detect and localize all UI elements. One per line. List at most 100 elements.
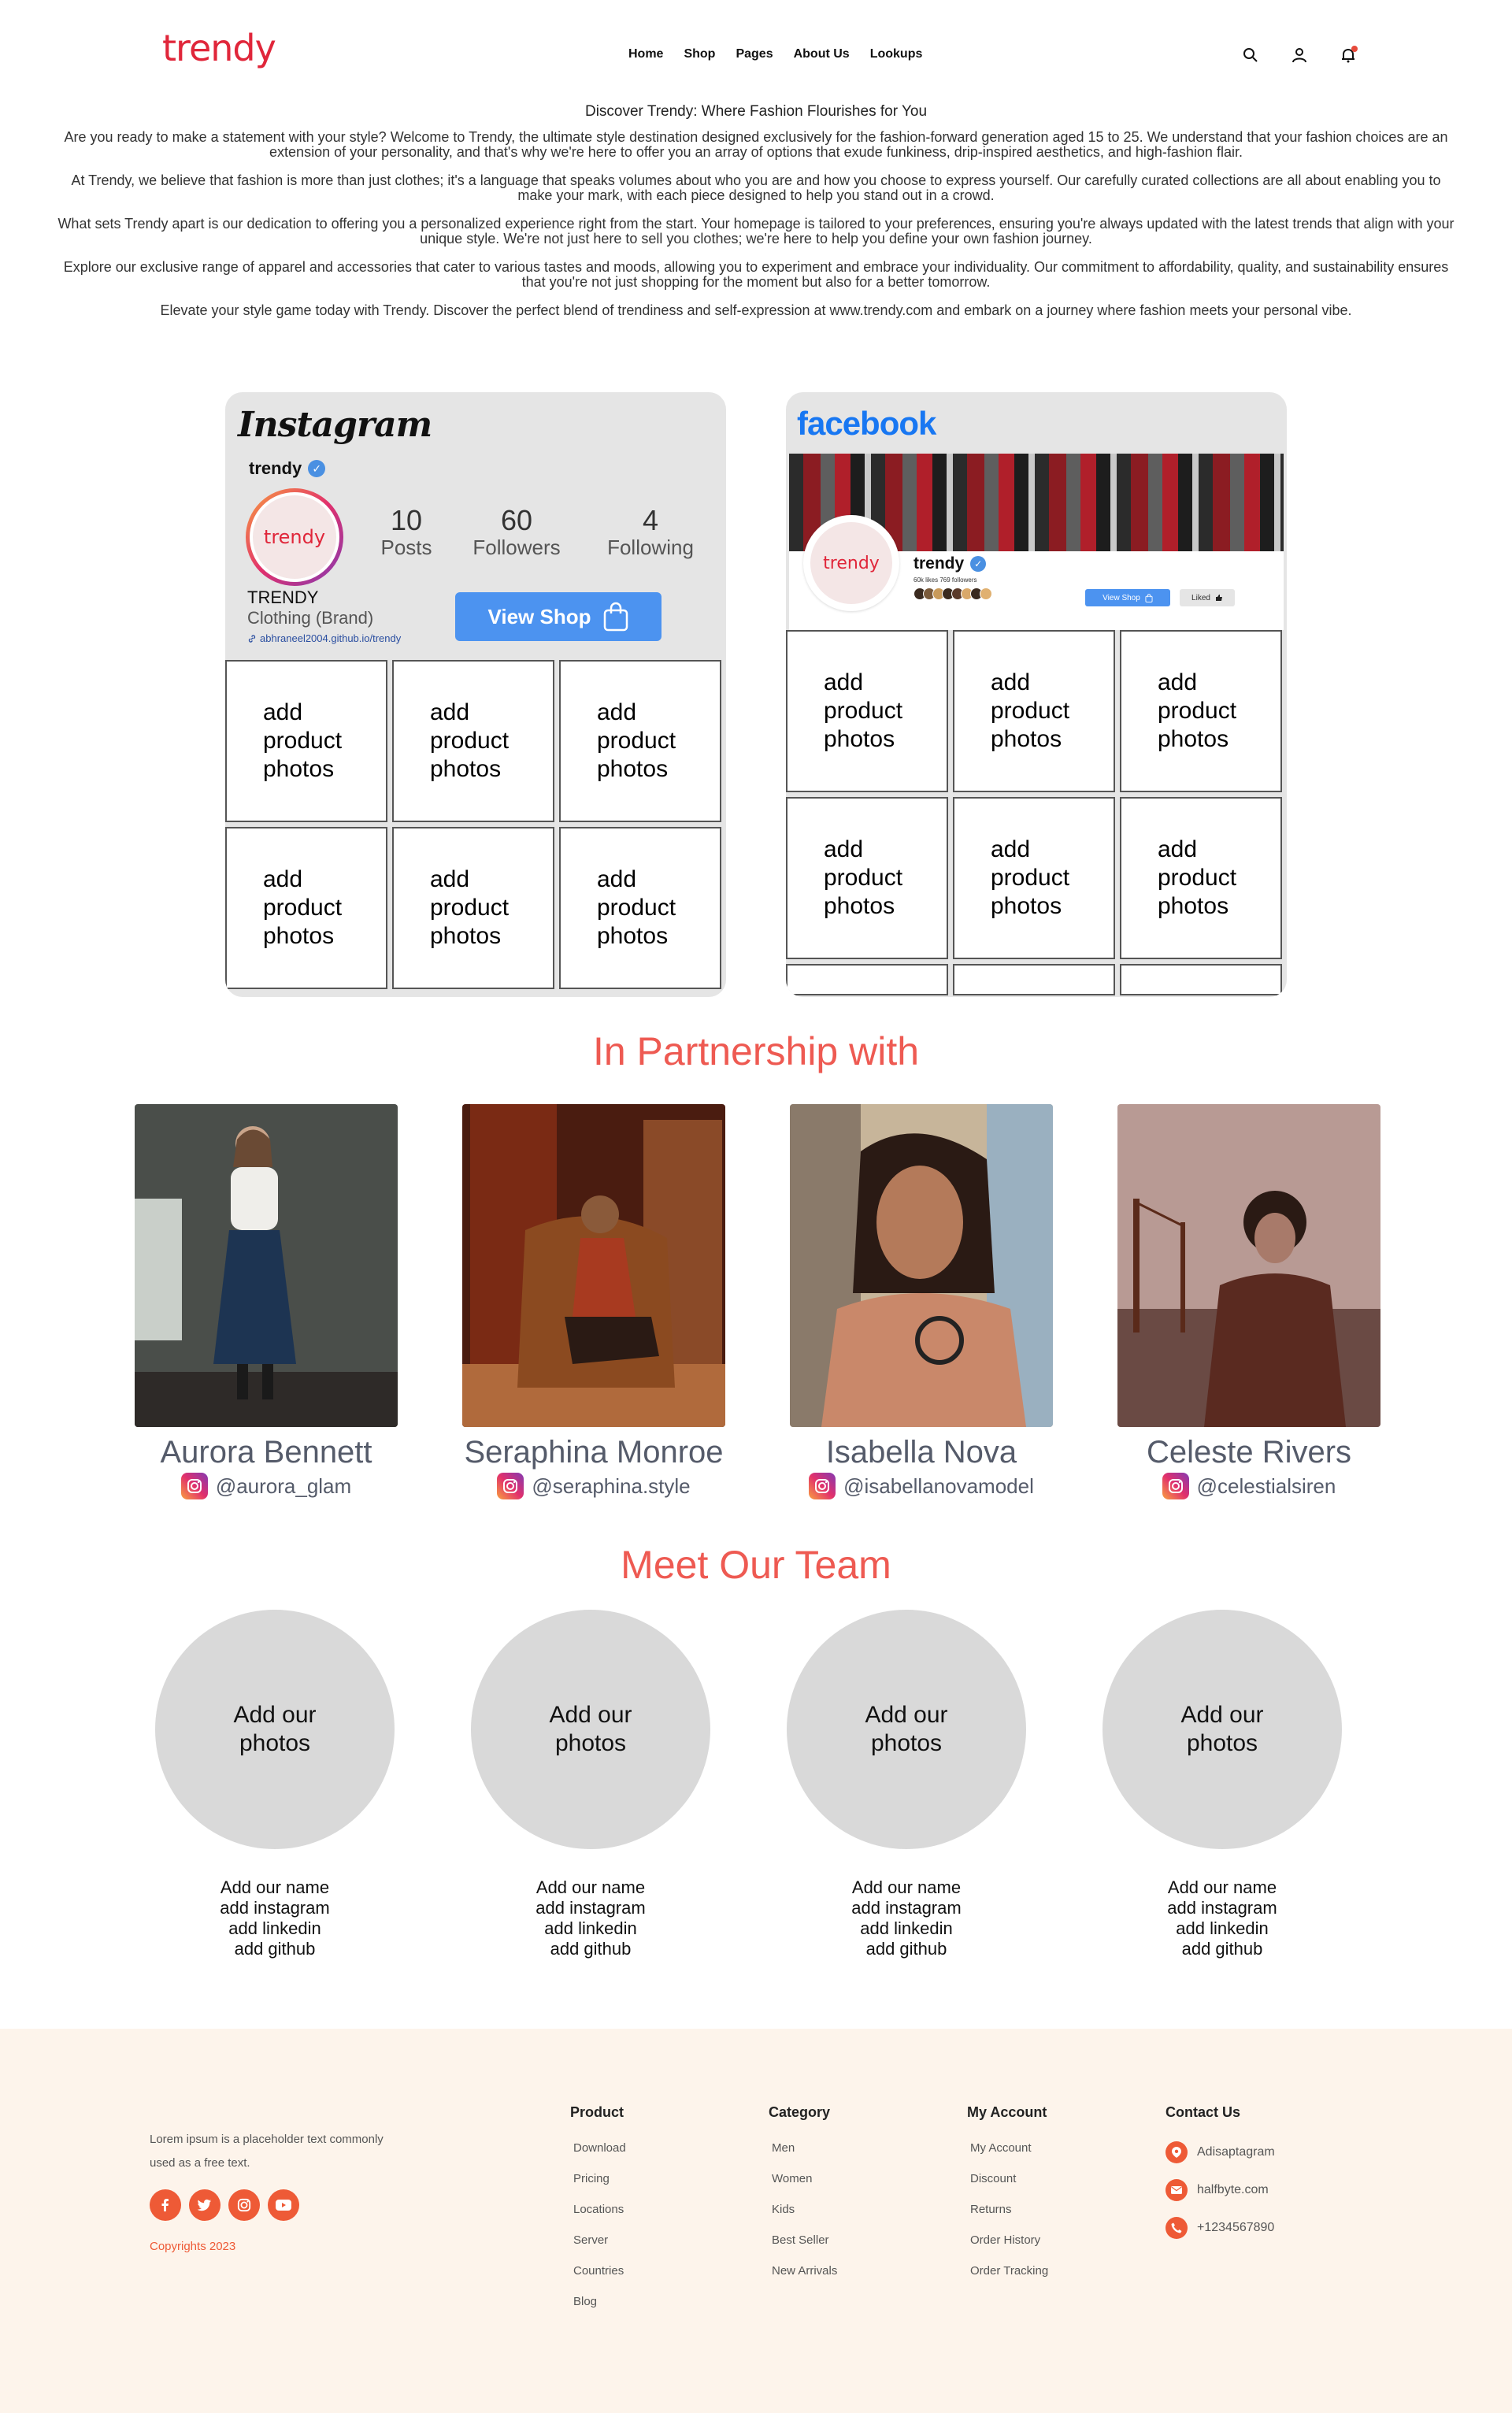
facebook-icon[interactable] [150, 2189, 181, 2221]
footer-link[interactable]: Locations [573, 2203, 626, 2216]
facebook-view-shop-button[interactable]: View Shop [1085, 589, 1170, 606]
footer-link[interactable]: Order History [970, 2233, 1048, 2247]
instagram-photo-grid: add product photos add product photos ad… [225, 660, 721, 989]
product-photo-cell[interactable]: add product photos [392, 827, 554, 989]
contact-phone-text: +1234567890 [1197, 2221, 1275, 2234]
product-photo-cell[interactable]: add product photos [786, 630, 948, 792]
contact-email[interactable]: halfbyte.com [1166, 2179, 1275, 2201]
product-photo-cell[interactable]: add product photos [225, 827, 387, 989]
stat-posts[interactable]: 10 Posts [367, 504, 446, 560]
search-icon[interactable] [1240, 44, 1262, 66]
footer-column-my-account: My Account My Account Discount Returns O… [967, 2104, 1048, 2295]
team-member-photo[interactable]: Add our photos [1102, 1610, 1342, 1849]
stat-following[interactable]: 4 Following [595, 506, 706, 560]
footer-link[interactable]: Order Tracking [970, 2264, 1048, 2278]
facebook-avatar[interactable]: trendy [803, 515, 899, 611]
follower-avatars [914, 587, 992, 600]
footer-link[interactable]: My Account [970, 2141, 1048, 2155]
profile-name: TRENDY [247, 587, 319, 607]
team-member-github-link[interactable]: add github [155, 1939, 395, 1959]
partner-photo[interactable] [1117, 1104, 1380, 1427]
nav-about-us[interactable]: About Us [794, 47, 850, 61]
brand-logo[interactable]: trendy [162, 27, 276, 69]
team-member-linkedin-link[interactable]: add linkedin [155, 1918, 395, 1939]
product-photo-cell[interactable]: add product photos [786, 797, 948, 959]
profile-category: Clothing (Brand) [247, 608, 374, 628]
partner-instagram-link[interactable]: @aurora_glam [135, 1473, 398, 1499]
stat-number: 10 [390, 504, 423, 536]
user-icon[interactable] [1288, 44, 1310, 66]
profile-link[interactable]: abhraneel2004.github.io/trendy [247, 628, 401, 649]
nav-shop[interactable]: Shop [684, 47, 715, 61]
team-member-linkedin-link[interactable]: add linkedin [1102, 1918, 1342, 1939]
team-member-photo[interactable]: Add our photos [155, 1610, 395, 1849]
product-photo-cell[interactable]: add product photos [559, 827, 721, 989]
instagram-handle: trendy ✓ [249, 458, 326, 479]
product-photo-cell[interactable]: add product photos [559, 660, 721, 822]
product-photo-cell[interactable]: add product photos [392, 660, 554, 822]
photo-placeholder-text: Add our photos [865, 1702, 948, 1756]
team-heading: Meet Our Team [621, 1543, 891, 1587]
partner-handle: @seraphina.style [532, 1473, 691, 1498]
footer-link[interactable]: Blog [573, 2295, 626, 2308]
partner-name: Seraphina Monroe [464, 1435, 724, 1470]
nav-pages[interactable]: Pages [736, 47, 773, 61]
contact-phone[interactable]: +1234567890 [1166, 2217, 1275, 2239]
product-photo-cell[interactable]: add product photos [953, 630, 1115, 792]
team-member-name: Add our name [851, 1877, 962, 1897]
phone-icon [1166, 2217, 1188, 2239]
partner-instagram-link[interactable]: @isabellanovamodel [790, 1473, 1053, 1499]
product-photo-cell[interactable]: add product photos [225, 660, 387, 822]
instagram-avatar[interactable]: trendy [246, 488, 343, 586]
team-member-instagram-link[interactable]: add instagram [787, 1898, 1026, 1918]
contact-address[interactable]: Adisaptagram [1166, 2141, 1275, 2163]
footer-link[interactable]: Men [772, 2141, 837, 2155]
footer-link[interactable]: Pricing [573, 2172, 626, 2185]
footer-link[interactable]: Kids [772, 2203, 837, 2216]
profile-link-text: abhraneel2004.github.io/trendy [260, 632, 402, 644]
team-member-instagram-link[interactable]: add instagram [471, 1898, 710, 1918]
team-member-linkedin-link[interactable]: add linkedin [787, 1918, 1026, 1939]
footer-link[interactable]: Server [573, 2233, 626, 2247]
product-photo-cell[interactable] [1120, 964, 1282, 995]
partner-instagram-link[interactable]: @celestialsiren [1117, 1473, 1380, 1499]
nav-lookups[interactable]: Lookups [870, 47, 923, 61]
partner-card: Seraphina Monroe @seraphina.style [462, 1104, 725, 1499]
stat-followers[interactable]: 60 Followers [461, 506, 572, 560]
view-shop-button[interactable]: View Shop [455, 592, 662, 641]
team-member-instagram-link[interactable]: add instagram [1102, 1898, 1342, 1918]
bell-icon[interactable] [1337, 44, 1359, 66]
footer-link[interactable]: New Arrivals [772, 2264, 837, 2278]
instagram-icon[interactable] [228, 2189, 260, 2221]
view-shop-label: View Shop [1102, 593, 1140, 602]
partner-photo[interactable] [790, 1104, 1053, 1427]
team-member-linkedin-link[interactable]: add linkedin [471, 1918, 710, 1939]
footer-link[interactable]: Download [573, 2141, 626, 2155]
nav-home[interactable]: Home [628, 47, 663, 61]
product-photo-cell[interactable] [786, 964, 948, 995]
product-photo-cell[interactable] [953, 964, 1115, 995]
team-member-photo[interactable]: Add our photos [787, 1610, 1026, 1849]
product-photo-cell[interactable]: add product photos [953, 797, 1115, 959]
team-member-github-link[interactable]: add github [787, 1939, 1026, 1959]
product-photo-cell[interactable]: add product photos [1120, 797, 1282, 959]
team-member-instagram-link[interactable]: add instagram [155, 1898, 395, 1918]
twitter-icon[interactable] [189, 2189, 220, 2221]
facebook-liked-button[interactable]: Liked [1180, 589, 1235, 606]
partner-photo[interactable] [135, 1104, 398, 1427]
partner-instagram-link[interactable]: @seraphina.style [462, 1473, 725, 1499]
team-member-github-link[interactable]: add github [1102, 1939, 1342, 1959]
team-member-photo[interactable]: Add our photos [471, 1610, 710, 1849]
footer-link[interactable]: Women [772, 2172, 837, 2185]
footer-link[interactable]: Discount [970, 2172, 1048, 2185]
cell-placeholder-text: add product photos [597, 699, 676, 782]
stat-label: Followers [472, 536, 561, 559]
footer-link[interactable]: Countries [573, 2264, 626, 2278]
team-member-github-link[interactable]: add github [471, 1939, 710, 1959]
youtube-icon[interactable] [268, 2189, 299, 2221]
footer-link[interactable]: Returns [970, 2203, 1048, 2216]
partners-heading: In Partnership with [592, 1029, 920, 1073]
partner-photo[interactable] [462, 1104, 725, 1427]
footer-link[interactable]: Best Seller [772, 2233, 837, 2247]
product-photo-cell[interactable]: add product photos [1120, 630, 1282, 792]
